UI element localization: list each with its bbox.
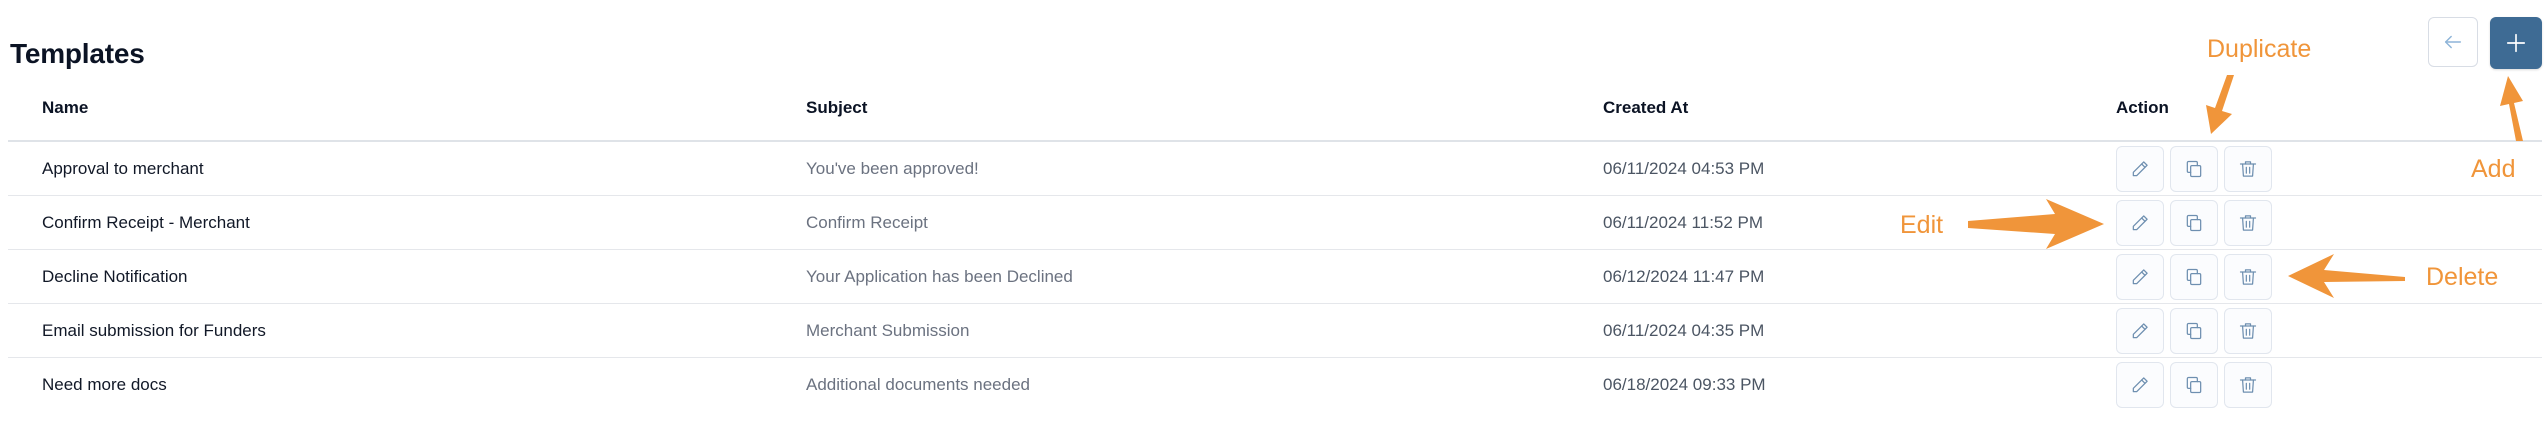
templates-table: Name Subject Created At Action Approval … — [8, 90, 2542, 411]
delete-button[interactable] — [2224, 361, 2272, 408]
back-button[interactable] — [2428, 17, 2478, 67]
edit-button[interactable] — [2116, 307, 2164, 354]
cell-name: Decline Notification — [42, 266, 188, 286]
cell-name: Confirm Receipt - Merchant — [42, 212, 250, 232]
cell-created-at: 06/11/2024 04:35 PM — [1603, 320, 1765, 340]
cell-actions — [2116, 196, 2272, 249]
trash-icon — [2239, 268, 2257, 285]
duplicate-button[interactable] — [2170, 145, 2218, 192]
cell-created-at: 06/12/2024 11:47 PM — [1603, 266, 1765, 286]
cell-name: Approval to merchant — [42, 158, 204, 178]
cell-actions — [2116, 142, 2272, 195]
delete-button[interactable] — [2224, 253, 2272, 300]
column-header-created-at: Created At — [1603, 98, 1689, 117]
copy-icon — [2186, 214, 2202, 231]
delete-annotation-label: Delete — [2426, 263, 2499, 291]
edit-button[interactable] — [2116, 253, 2164, 300]
arrow-left-icon — [2444, 35, 2462, 49]
copy-icon — [2186, 268, 2202, 285]
delete-button[interactable] — [2224, 199, 2272, 246]
cell-subject: Merchant Submission — [806, 320, 970, 340]
pencil-icon — [2132, 214, 2148, 230]
delete-button[interactable] — [2224, 307, 2272, 354]
edit-annotation-label: Edit — [1900, 211, 1944, 239]
duplicate-annotation-label: Duplicate — [2207, 35, 2312, 63]
edit-button[interactable] — [2116, 199, 2164, 246]
add-template-button[interactable] — [2490, 17, 2542, 69]
plus-icon — [2506, 33, 2526, 53]
top-actions — [2428, 17, 2542, 69]
copy-icon — [2186, 160, 2202, 177]
table-row: Need more docs Additional documents neede… — [8, 358, 2542, 411]
duplicate-button[interactable] — [2170, 199, 2218, 246]
cell-created-at: 06/11/2024 11:52 PM — [1603, 212, 1764, 232]
pencil-icon — [2132, 268, 2148, 284]
table-body: Approval to merchant You've been approved… — [8, 142, 2542, 411]
delete-button[interactable] — [2224, 145, 2272, 192]
pencil-icon — [2132, 160, 2148, 176]
page-title: Templates — [10, 38, 145, 69]
pencil-icon — [2132, 322, 2148, 338]
cell-created-at: 06/18/2024 09:33 PM — [1603, 374, 1766, 394]
copy-icon — [2186, 322, 2202, 339]
cell-name: Email submission for Funders — [42, 320, 266, 340]
duplicate-button[interactable] — [2170, 307, 2218, 354]
column-header-name: Name — [42, 98, 89, 117]
add-annotation-label: Add — [2471, 155, 2516, 183]
trash-icon — [2239, 376, 2257, 393]
pencil-icon — [2132, 376, 2148, 392]
cell-subject: Your Application has been Declined — [806, 266, 1073, 286]
trash-icon — [2239, 160, 2257, 177]
cell-actions — [2116, 304, 2272, 357]
copy-icon — [2186, 376, 2202, 393]
edit-button[interactable] — [2116, 361, 2164, 408]
cell-subject: Additional documents needed — [806, 374, 1030, 394]
cell-actions — [2116, 250, 2272, 303]
duplicate-button[interactable] — [2170, 253, 2218, 300]
table-header: Name Subject Created At Action — [8, 90, 2542, 142]
trash-icon — [2239, 214, 2257, 231]
table-row: Confirm Receipt - Merchant Confirm Receip… — [8, 196, 2542, 250]
cell-subject: Confirm Receipt — [806, 212, 928, 232]
table-row: Decline Notification Your Application has… — [8, 250, 2542, 304]
table-row: Email submission for Funders Merchant Sub… — [8, 304, 2542, 358]
duplicate-button[interactable] — [2170, 361, 2218, 408]
trash-icon — [2239, 322, 2257, 339]
column-header-action: Action — [2116, 98, 2169, 117]
column-header-subject: Subject — [806, 98, 868, 117]
edit-button[interactable] — [2116, 145, 2164, 192]
cell-subject: You've been approved! — [806, 158, 979, 178]
cell-created-at: 06/11/2024 04:53 PM — [1603, 158, 1765, 178]
cell-name: Need more docs — [42, 374, 167, 394]
cell-actions — [2116, 358, 2272, 411]
table-row: Approval to merchant You've been approved… — [8, 142, 2542, 196]
